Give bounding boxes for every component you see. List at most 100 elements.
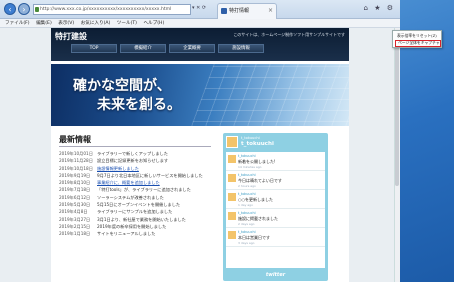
tweet-meta: 2 hours ago	[238, 184, 256, 188]
news-link[interactable]: 施設情報更新しました	[97, 166, 139, 171]
menu-bar: ファイル(F) 編集(E) 表示(V) お気に入り(A) ツール(T) ヘルプ(…	[0, 19, 400, 28]
news-date: 2019年9月19日	[59, 172, 91, 178]
menu-help[interactable]: ヘルプ(H)	[143, 21, 164, 26]
nav-company[interactable]: 企業概要	[169, 44, 215, 53]
favicon-icon	[221, 8, 227, 14]
news-item: 2019年8月10日 事業紹介に、概要を追加しました	[59, 179, 215, 186]
toolbar-icons[interactable]: ⌂ ★ ⚙	[364, 4, 395, 12]
address-bar[interactable]: http://www.xxx.co.jp/xxxxxxxxxx/xxxxxxxx…	[33, 4, 191, 15]
tweet: t_tokuuchi 施設に掲載されました 2 days ago	[226, 209, 325, 228]
tweet: t_tokuuchi ○○を更新しました 1 day ago	[226, 190, 325, 209]
tweet-meta: 2 days ago	[238, 222, 255, 226]
news-text: 9月7日より北日本地区に新しいサービスを開始しました	[97, 172, 203, 178]
browser-toolbar: ‹ › http://www.xxx.co.jp/xxxxxxxxxx/xxxx…	[0, 0, 400, 19]
context-menu: 表示倍率をリセット(Z) ページ全体をキャプチャ	[392, 30, 442, 48]
tweet-user[interactable]: t_tokuuchi	[238, 173, 256, 177]
vertical-scrollbar[interactable]	[394, 28, 400, 282]
building-graphic	[184, 64, 349, 126]
menu-item-capture-page[interactable]: ページ全体をキャプチャ	[395, 40, 441, 47]
site-logo[interactable]: 特打建設	[55, 31, 87, 42]
news-text: 3月1日より、新社屋で業務を開始いたしました	[97, 216, 186, 222]
news-item: 2019年4月8日 ライブラリーにサンプルを追加しました	[59, 208, 215, 215]
nav-intro[interactable]: 模擬紹介	[120, 44, 166, 53]
avatar[interactable]	[228, 155, 236, 163]
news-item: 2019年10月18日 施設情報更新しました	[59, 165, 215, 172]
news-item: 2019年1月18日 サイトをリニューアルしました	[59, 230, 215, 237]
page-viewport: 特打建設 このサイトは、ホームページ制作ソフト用サンプルサイトです TOP 模擬…	[0, 28, 400, 282]
news-text: 設立目標に記録更新をお知らせします	[97, 158, 169, 164]
news-heading: 最新情報	[59, 134, 91, 144]
tweet: t_tokuuchi 新着を公開しました! 14 minutes ago	[226, 152, 325, 171]
news-text: ライブラリーで新しくアップしました	[97, 151, 168, 156]
page-icon	[35, 7, 39, 12]
news-date: 2019年2月15日	[59, 223, 91, 229]
menu-item-reset-zoom[interactable]: 表示倍率をリセット(Z)	[395, 32, 441, 39]
news-date: 2019年1月18日	[59, 231, 91, 237]
tweet: t_tokuuchi 本日は営業日です 3 days ago	[226, 228, 325, 247]
news-date: 2019年8月10日	[59, 180, 91, 186]
menu-file[interactable]: ファイル(F)	[5, 21, 30, 26]
news-date: 2019年10月18日	[59, 165, 93, 171]
twitter-logo[interactable]: twitter	[223, 270, 328, 281]
news-text: 2019年度の新卒採用を開始しました	[97, 223, 167, 229]
avatar[interactable]	[228, 212, 236, 220]
news-item: 2019年7月18日 「特打tools」が、ライブラリーに追加されました	[59, 186, 215, 193]
site-tagline: このサイトは、ホームページ制作ソフト用サンプルサイトです	[233, 32, 345, 37]
news-item: 2019年10月01日 ライブラリーで新しくアップしました	[59, 150, 215, 157]
news-text: ソーラーシステムが改善されました	[97, 194, 164, 200]
news-item: 2019年9月19日 9月7日より北日本地区に新しいサービスを開始しました	[59, 172, 215, 179]
menu-edit[interactable]: 編集(E)	[36, 21, 52, 26]
news-item: 2019年5月30日 5月15日にオープンイベントを開催しました	[59, 201, 215, 208]
news-date: 2019年10月01日	[59, 151, 93, 156]
menu-view[interactable]: 表示(V)	[58, 21, 74, 26]
news-date: 2019年4月8日	[59, 209, 88, 215]
news-date: 2019年6月12日	[59, 194, 91, 200]
global-nav: TOP 模擬紹介 企業概要 施設情報	[51, 44, 349, 54]
twitter-widget: t_tokuuchi t_tokuuchi t_tokuuchi 新着を公開しま…	[223, 133, 328, 281]
news-date: 2019年7月18日	[59, 187, 91, 193]
avatar[interactable]	[228, 193, 236, 201]
address-controls[interactable]: ▾ ✕ ⟳	[192, 5, 216, 14]
tweet-user[interactable]: t_tokuuchi	[238, 154, 256, 158]
tab-close-icon[interactable]: ×	[268, 4, 273, 18]
news-date: 2019年3月27日	[59, 216, 91, 222]
tweet-list: t_tokuuchi 新着を公開しました! 14 minutes ago t_t…	[226, 152, 325, 268]
menu-tools[interactable]: ツール(T)	[117, 21, 137, 26]
twitter-widget-header: t_tokuuchi t_tokuuchi	[225, 135, 326, 151]
forward-button[interactable]: ›	[18, 3, 30, 15]
nav-top[interactable]: TOP	[71, 44, 117, 53]
nav-facility[interactable]: 施設情報	[218, 44, 264, 53]
news-item: 2019年2月15日 2019年度の新卒採用を開始しました	[59, 223, 215, 230]
tweet-meta: 3 days ago	[238, 241, 255, 245]
scrollbar-thumb[interactable]	[395, 36, 399, 186]
avatar[interactable]	[228, 231, 236, 239]
tweet-user[interactable]: t_tokuuchi	[238, 192, 256, 196]
tweet-user[interactable]: t_tokuuchi	[238, 230, 256, 234]
news-date: 2019年11月28日	[59, 158, 93, 164]
avatar[interactable]	[226, 136, 238, 148]
tweet: t_tokuuchi 今日は晴れてよい日です 2 hours ago	[226, 171, 325, 190]
back-button[interactable]: ‹	[4, 3, 16, 15]
menu-favorites[interactable]: お気に入り(A)	[81, 21, 111, 26]
hero-banner: 確かな空間が、 未来を創る。	[51, 64, 349, 126]
tweet-user[interactable]: t_tokuuchi	[238, 211, 256, 215]
news-text: ライブラリーにサンプルを追加しました	[97, 209, 173, 215]
news-text: 5月15日にオープンイベントを開催しました	[97, 202, 181, 208]
website: 特打建設 このサイトは、ホームページ制作ソフト用サンプルサイトです TOP 模擬…	[51, 28, 349, 282]
tweet-meta: 1 day ago	[238, 203, 253, 207]
tab-title: 特打情報	[229, 8, 250, 14]
tab-active[interactable]: 特打情報 ×	[217, 3, 277, 19]
twitter-handle-small: t_tokuuchi	[241, 136, 260, 140]
avatar[interactable]	[228, 174, 236, 182]
news-item: 2019年3月27日 3月1日より、新社屋で業務を開始いたしました	[59, 216, 215, 223]
hero-headline-2: 未来を創る。	[97, 97, 181, 113]
tweet-meta: 14 minutes ago	[238, 165, 262, 169]
browser-window: ‹ › http://www.xxx.co.jp/xxxxxxxxxx/xxxx…	[0, 0, 400, 282]
news-link[interactable]: 事業紹介に、概要を追加しました	[97, 180, 160, 185]
news-divider	[59, 146, 211, 147]
news-item: 2019年11月28日 設立目標に記録更新をお知らせします	[59, 157, 215, 164]
hero-headline-1: 確かな空間が、	[73, 78, 171, 94]
twitter-handle[interactable]: t_tokuuchi	[241, 141, 274, 147]
site-header: 特打建設 このサイトは、ホームページ制作ソフト用サンプルサイトです TOP 模擬…	[51, 28, 349, 61]
news-date: 2019年5月30日	[59, 202, 91, 208]
